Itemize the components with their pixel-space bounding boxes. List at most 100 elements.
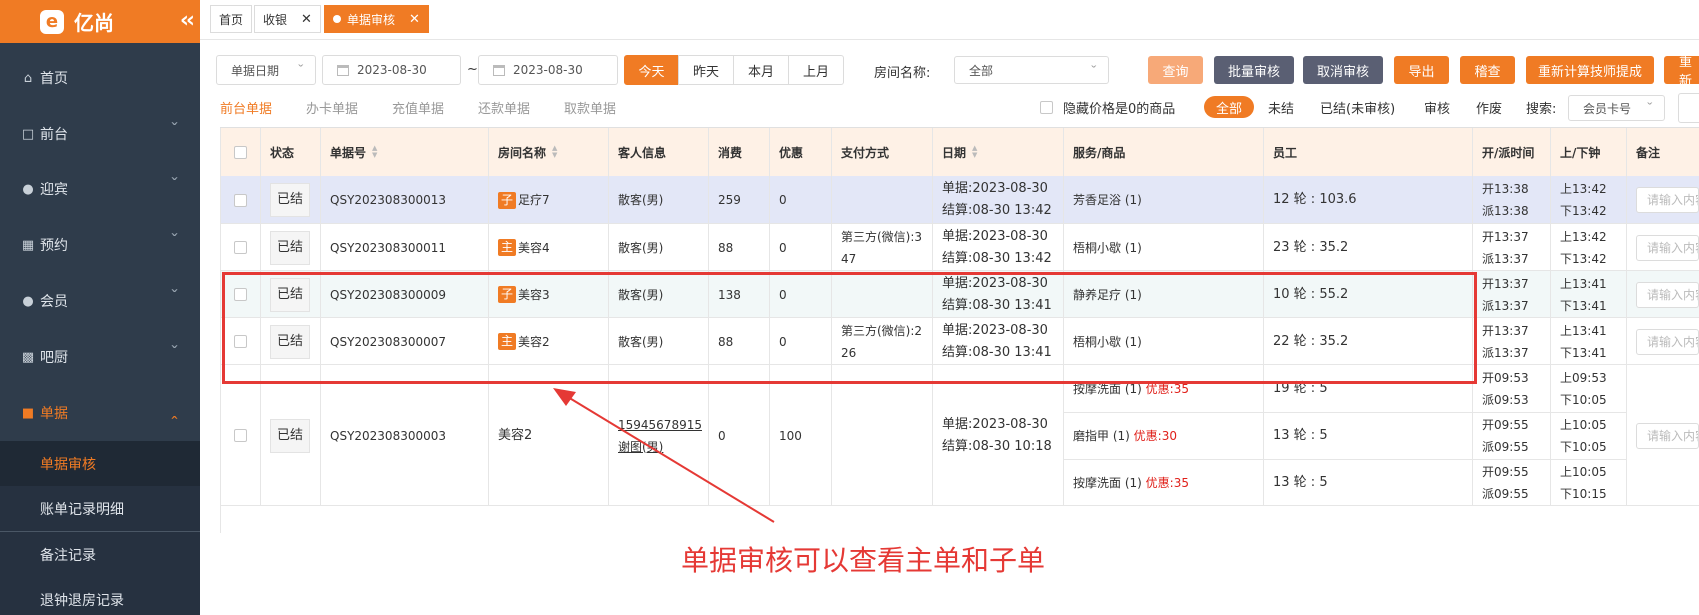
select-all-cell bbox=[220, 128, 260, 176]
query-button[interactable]: 查询 bbox=[1148, 56, 1203, 84]
service-item: 磨指甲 (1) 优惠:30 bbox=[1073, 425, 1177, 447]
sidebar-subitem-remark-log[interactable]: 备注记录 bbox=[0, 532, 200, 577]
remark-cell: 请输入内容 bbox=[1626, 271, 1699, 318]
sidebar-item-bar-kitchen[interactable]: ▩ 吧厨 ˇ bbox=[0, 329, 200, 385]
header-label: 单据号 bbox=[330, 145, 367, 160]
cancel-audit-button[interactable]: 取消审核 bbox=[1303, 56, 1383, 84]
subtab-recharge-bills[interactable]: 充值单据 bbox=[392, 98, 444, 117]
discount: 100 bbox=[779, 428, 802, 443]
subtab-front-desk-bills[interactable]: 前台单据 bbox=[220, 98, 272, 117]
clock-time-line: 下13:42 bbox=[1560, 251, 1607, 266]
sort-icon[interactable]: ▲ ▼ bbox=[372, 145, 377, 159]
header-date[interactable]: 日期 ▲ ▼ bbox=[932, 128, 977, 176]
header-staff: 员工 bbox=[1273, 145, 1298, 160]
remark-input[interactable]: 请输入内容 bbox=[1636, 281, 1699, 308]
bill-date-line: 结算:08-30 13:42 bbox=[942, 203, 1052, 218]
room-name-select[interactable]: 全部 ˇ bbox=[954, 56, 1109, 84]
sidebar-item-booking[interactable]: ▦ 预约 ˇ bbox=[0, 217, 200, 273]
open-time: 开09:53 派09:53 bbox=[1482, 367, 1529, 411]
tab-bill-audit[interactable]: 单据审核 ✕ bbox=[324, 5, 429, 33]
range-last-month-button[interactable]: 上月 bbox=[788, 55, 844, 85]
header-label: 房间名称 bbox=[498, 145, 547, 160]
header-bill-no[interactable]: 单据号 ▲ ▼ bbox=[320, 128, 377, 176]
sidebar-item-front-desk[interactable]: □ 前台 ˇ bbox=[0, 106, 200, 162]
staff-commission: 12 轮 : 103.6 bbox=[1273, 192, 1357, 207]
recalc-commission-button[interactable]: 重新计算技师提成 bbox=[1526, 56, 1654, 84]
search-type-select[interactable]: 会员卡号 ˇ bbox=[1568, 95, 1665, 121]
discount-cell: 0 bbox=[769, 176, 831, 224]
sidebar-item-member[interactable]: ● 会员 ˇ bbox=[0, 273, 200, 329]
room-name-value: 全部 bbox=[969, 63, 994, 78]
clock-time: 上09:53 下10:05 bbox=[1560, 367, 1607, 411]
search-input[interactable] bbox=[1678, 93, 1699, 123]
remark-input[interactable]: 请输入内容 bbox=[1636, 328, 1699, 355]
sort-icon[interactable]: ▲ ▼ bbox=[972, 145, 977, 159]
range-today-button[interactable]: 今天 bbox=[624, 55, 679, 85]
filter-unsettled[interactable]: 未结 bbox=[1268, 96, 1294, 118]
brand-logo: e 亿尚 ‹‹ bbox=[0, 0, 200, 43]
tab-label: 单据审核 bbox=[347, 12, 396, 27]
select-all-checkbox[interactable] bbox=[233, 145, 247, 159]
bill-date: 单据:2023-08-30 结算:08-30 13:42 bbox=[942, 178, 1052, 222]
date-type-select[interactable]: 单据日期 ˇ bbox=[216, 55, 316, 85]
staff-commission: 23 轮 : 35.2 bbox=[1273, 239, 1349, 255]
status-badge: 已结 bbox=[270, 183, 310, 217]
amount: 88 bbox=[718, 240, 734, 255]
sidebar-subitem-bill-audit[interactable]: 单据审核 bbox=[0, 441, 200, 486]
open-time-cell: 开09:55 派09:55 bbox=[1472, 412, 1550, 459]
filter-settled-unaudited[interactable]: 已结(未审核) bbox=[1320, 96, 1395, 118]
sidebar-item-bills[interactable]: ■ 单据 ˇ bbox=[0, 385, 200, 441]
date-from-input[interactable]: 2023-08-30 bbox=[322, 55, 461, 85]
clock-time-line: 上10:05 bbox=[1560, 417, 1607, 432]
row-checkbox[interactable] bbox=[233, 241, 247, 254]
export-button[interactable]: 导出 bbox=[1394, 56, 1449, 84]
remark-input[interactable]: 请输入内容 bbox=[1636, 234, 1699, 261]
range-this-month-button[interactable]: 本月 bbox=[733, 55, 789, 85]
row-checkbox[interactable] bbox=[233, 193, 247, 207]
subtab-withdraw-bills[interactable]: 取款单据 bbox=[564, 98, 616, 117]
tab-cashier[interactable]: 收银 ✕ bbox=[254, 5, 321, 33]
inspect-button[interactable]: 稽查 bbox=[1460, 56, 1515, 84]
user-plus-icon: ● bbox=[22, 181, 34, 197]
subtab-card-bills[interactable]: 办卡单据 bbox=[306, 98, 358, 117]
remark-input[interactable]: 请输入内容 bbox=[1636, 187, 1699, 213]
hide-zero-price-toggle[interactable]: 隐藏价格是0的商品 bbox=[1040, 96, 1175, 118]
table-row[interactable]: 已结 QSY202308300011 主美容4 散客(男) 88 0 第三方(微信):3 47… bbox=[220, 224, 1699, 271]
open-time-cell: 开13:38 派13:38 bbox=[1472, 176, 1550, 224]
close-tab-icon[interactable]: ✕ bbox=[409, 12, 420, 27]
sidebar-subitem-refund-log[interactable]: 退钟退房记录 bbox=[0, 577, 200, 615]
column-divider bbox=[1626, 128, 1627, 506]
bill-no: QSY202308300011 bbox=[330, 240, 447, 255]
checkbox[interactable] bbox=[1040, 100, 1053, 114]
open-time: 开13:38 派13:38 bbox=[1482, 178, 1529, 222]
sidebar-subitem-bill-detail[interactable]: 账单记录明细 bbox=[0, 486, 200, 531]
status-cell: 已结 bbox=[260, 224, 320, 271]
close-tab-icon[interactable]: ✕ bbox=[301, 12, 312, 27]
calendar-icon bbox=[337, 64, 349, 76]
row-select-cell bbox=[220, 365, 260, 506]
table-row-multi[interactable]: 已结 QSY202308300003 美容2 15945678915 谢图(男) 0 100… bbox=[220, 365, 1699, 506]
subtab-repayment-bills[interactable]: 还款单据 bbox=[478, 98, 530, 117]
sidebar-item-home[interactable]: ⌂ 首页 bbox=[0, 50, 200, 106]
collapse-sidebar-icon[interactable]: ‹‹ bbox=[180, 8, 195, 33]
room-name: 足疗7 bbox=[518, 193, 550, 207]
service-cell: 芳香足浴 (1) bbox=[1063, 176, 1263, 224]
filter-audited[interactable]: 审核 bbox=[1424, 96, 1450, 118]
batch-audit-button[interactable]: 批量审核 bbox=[1214, 56, 1294, 84]
status-badge: 已结 bbox=[270, 230, 310, 265]
status-cell: 已结 bbox=[260, 176, 320, 224]
row-checkbox[interactable] bbox=[233, 429, 247, 442]
sidebar-item-reception[interactable]: ● 迎宾 ˇ bbox=[0, 161, 200, 217]
tab-home[interactable]: 首页 bbox=[210, 5, 253, 33]
range-yesterday-button[interactable]: 昨天 bbox=[678, 55, 734, 85]
recalc-button[interactable]: 重新 bbox=[1664, 56, 1699, 84]
date-to-input[interactable]: 2023-08-30 bbox=[478, 55, 618, 85]
filter-all[interactable]: 全部 bbox=[1204, 96, 1255, 118]
receipt-icon: ■ bbox=[21, 405, 35, 421]
sort-icon[interactable]: ▲ ▼ bbox=[552, 145, 557, 159]
table-row[interactable]: 已结 QSY202308300013 子足疗7 散客(男) 259 0 单据:2023-08… bbox=[220, 176, 1699, 224]
search-type-value: 会员卡号 bbox=[1583, 101, 1632, 116]
remark-input[interactable]: 请输入内容 bbox=[1636, 422, 1699, 449]
header-room[interactable]: 房间名称 ▲ ▼ bbox=[488, 128, 557, 176]
filter-void[interactable]: 作废 bbox=[1476, 96, 1502, 118]
